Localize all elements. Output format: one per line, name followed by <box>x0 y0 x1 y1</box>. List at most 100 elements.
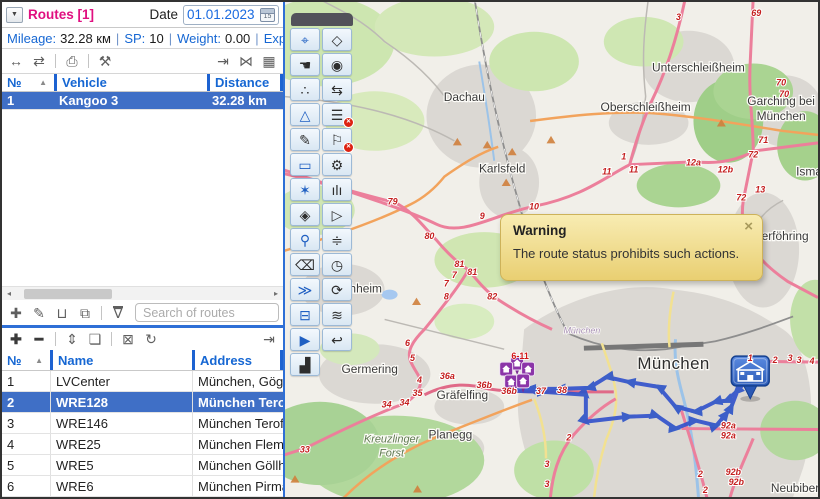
stat-label: Mileage: <box>7 30 57 46</box>
filter-sliders-icon[interactable]: ≑ <box>322 228 352 251</box>
expand-width-icon: ↔ <box>9 53 23 69</box>
vehicles-icon[interactable]: ⊟ <box>290 303 320 326</box>
filter-icon[interactable]: ∇ <box>108 303 128 323</box>
sort-asc-icon: ▲ <box>39 77 47 87</box>
stats-separator: | <box>255 30 259 46</box>
close-icon[interactable]: × <box>744 219 753 234</box>
map-area[interactable]: Dachau Unterschleißheim Oberschleißheim Gar… <box>285 2 818 497</box>
wrench-tools-icon[interactable]: ⚒ <box>95 51 115 71</box>
remove-pins-icon[interactable]: ⚐ ✕ <box>322 128 354 153</box>
route-points-icon[interactable]: ⚲ <box>290 228 320 251</box>
remove-badge: ✕ <box>343 117 354 128</box>
column-header[interactable]: Distance <box>207 74 283 91</box>
clear-map-icon[interactable]: ⌫ <box>290 253 320 276</box>
print-icon[interactable]: ⎙ <box>62 51 82 71</box>
area-select-icon[interactable]: △ <box>290 103 320 126</box>
toolbar-drag-handle[interactable] <box>291 13 353 26</box>
playback-icon[interactable]: ▶ <box>290 328 320 351</box>
table-header: № ▲ Vehicle Distance <box>2 74 283 92</box>
date-picker[interactable]: 15 <box>183 4 279 25</box>
copy-route-icon: ⧉ <box>80 304 90 321</box>
refresh-icon: ↻ <box>145 331 157 347</box>
table-row[interactable]: 4 WRE25München Flemisc <box>2 434 283 455</box>
add-route-icon[interactable]: ✚ <box>6 303 26 323</box>
locate-crosshair-icon[interactable]: ⌖ <box>290 28 320 51</box>
horizontal-scrollbar[interactable]: ◂ ▸ <box>2 286 283 300</box>
gps-signal-icon[interactable]: ≋ <box>322 303 352 326</box>
date-input[interactable] <box>187 7 257 22</box>
road-number-label: 4 <box>809 356 815 366</box>
remove-list-icon[interactable]: ☰ ✕ <box>322 103 354 128</box>
road-number-label: 72 <box>748 150 758 160</box>
expand-width-icon[interactable]: ↔ <box>6 51 26 71</box>
grid-columns-icon[interactable]: ▦ <box>259 51 279 71</box>
map-label: München <box>757 109 806 123</box>
remove-pins-icon: ⚐ <box>330 131 344 148</box>
measure-ruler-icon[interactable]: ▭ <box>290 153 320 176</box>
auto-plan-wand-icon[interactable]: ✶ <box>290 178 320 201</box>
collapse-panel-icon[interactable]: ⇥ <box>259 329 279 349</box>
reorder-stops-icon[interactable]: ⇕ <box>62 329 82 349</box>
search-input[interactable] <box>135 303 279 322</box>
road-number-label: 12b <box>718 165 734 175</box>
stat-label: Expenses: <box>263 30 283 46</box>
draw-route-icon: ✎ <box>299 131 311 148</box>
location-pin-icon[interactable]: ◉ <box>322 53 352 76</box>
table-row[interactable]: 6 WRE6München Pirmase <box>2 476 283 497</box>
cell: 2 <box>7 395 15 410</box>
cart-reload-icon[interactable]: ⟳ <box>322 278 352 301</box>
stops-toolbar-right: ⇥ <box>259 329 279 349</box>
column-header[interactable]: Address <box>192 350 283 370</box>
table-row[interactable]: 1 Kangoo 3 32.28 km <box>2 92 283 110</box>
merge-routes-icon[interactable]: ≫ <box>290 278 320 301</box>
column-label: № <box>7 352 22 368</box>
column-label: № <box>7 74 22 90</box>
remove-stop-icon[interactable]: ━ <box>29 329 49 349</box>
schedule-clock-icon[interactable]: ◷ <box>322 253 352 276</box>
calendar-icon[interactable]: 15 <box>260 7 275 22</box>
layers-icon[interactable]: ❏ <box>85 329 105 349</box>
history-undo-icon[interactable]: ↩ <box>322 328 352 351</box>
add-stop-icon[interactable]: ✚ <box>6 329 26 349</box>
column-header[interactable]: Name <box>50 350 192 370</box>
road-number-label: 92a <box>721 421 736 431</box>
transfer-route-icon[interactable]: ⇄ <box>29 51 49 71</box>
vehicles-icon: ⊟ <box>299 306 311 323</box>
column-header[interactable]: № ▲ <box>2 74 54 91</box>
scroll-left-icon[interactable]: ◂ <box>2 289 16 298</box>
collapse-routes-button[interactable]: ▼ <box>6 6 23 23</box>
refresh-icon[interactable]: ↻ <box>141 329 161 349</box>
table-row[interactable]: 3 WRE146München Terofals <box>2 413 283 434</box>
copy-route-icon[interactable]: ⧉ <box>75 303 95 323</box>
lasso-select-icon[interactable]: ◇ <box>322 28 352 51</box>
table-row[interactable]: 1 LVCenterMünchen, Göggin <box>2 371 283 392</box>
statistics-chart-icon[interactable]: ▟ <box>290 353 320 376</box>
optimize-shuffle-icon: ⋈ <box>239 53 253 69</box>
lock-icon[interactable]: ⊠ <box>118 329 138 349</box>
send-route-icon[interactable]: ▷ <box>322 203 352 226</box>
swap-stops-icon[interactable]: ⇆ <box>322 78 352 101</box>
scroll-right-icon[interactable]: ▸ <box>269 289 283 298</box>
scrollbar-track[interactable] <box>16 287 269 300</box>
draw-route-icon[interactable]: ✎ <box>290 128 320 151</box>
cell: WRE25 <box>50 434 192 454</box>
road-number-label: 37 <box>536 386 547 396</box>
map-label: erföhring <box>762 229 809 243</box>
load-bars-icon[interactable]: ılı <box>322 178 352 201</box>
road-number-label: 13 <box>755 184 765 194</box>
routes-panel: ▼ Routes [1] Date 15 Mileage:32.28 км|SP… <box>2 2 285 497</box>
select-points-icon[interactable]: ∴ <box>290 78 320 101</box>
column-header[interactable]: Vehicle <box>54 74 207 91</box>
edit-route-icon[interactable]: ✎ <box>29 303 49 323</box>
delete-route-icon[interactable]: ⊔ <box>52 303 72 323</box>
optimize-shuffle-icon[interactable]: ⋈ <box>236 51 256 71</box>
table-row[interactable]: 2 WRE128München Terofals <box>2 392 283 413</box>
reorder-stops-icon: ⇕ <box>66 331 78 347</box>
collapse-panel-icon[interactable]: ⇥ <box>213 51 233 71</box>
settings-gear-icon[interactable]: ⚙ <box>322 153 352 176</box>
price-tag-icon[interactable]: ◈ <box>290 203 320 226</box>
pan-hand-icon[interactable]: ☚ <box>290 53 320 76</box>
scrollbar-thumb[interactable] <box>24 289 112 299</box>
column-header[interactable]: № ▲ <box>2 350 50 370</box>
table-row[interactable]: 5 WRE5München Göllhei <box>2 455 283 476</box>
